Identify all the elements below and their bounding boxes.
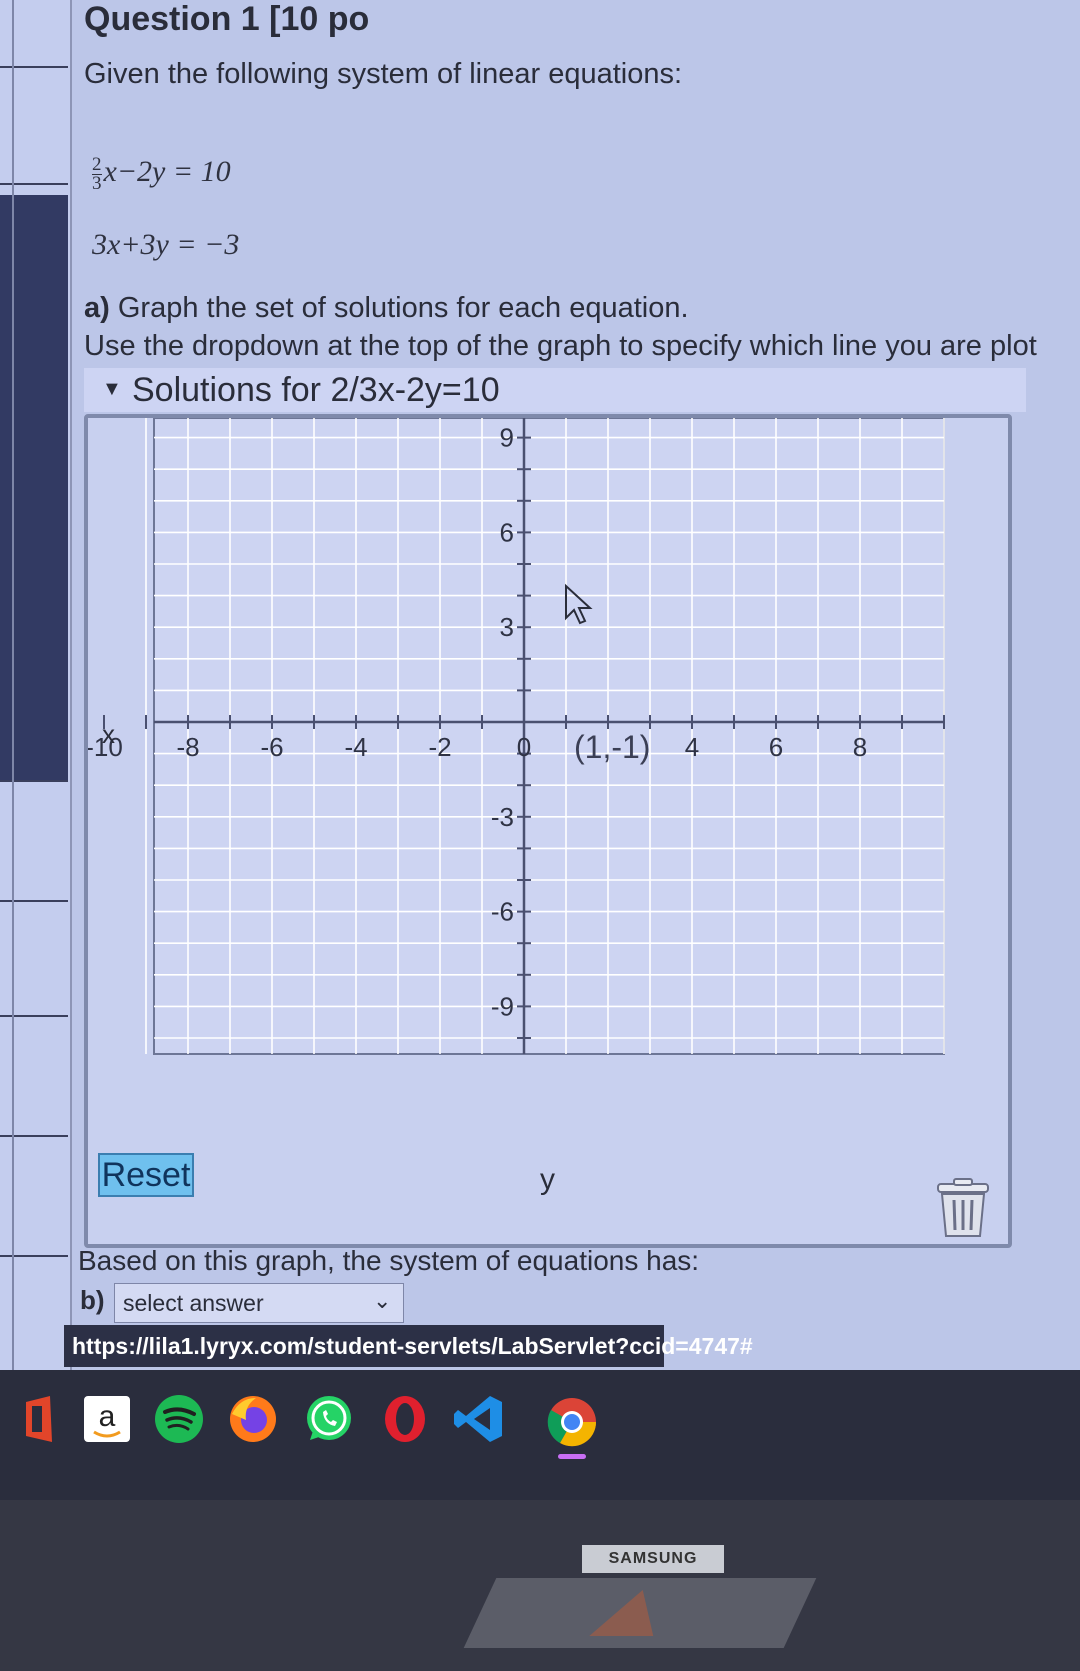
equation-2: 3x+3y = −3 bbox=[92, 228, 240, 261]
monitor-bezel: SAMSUNG bbox=[0, 1500, 1080, 1671]
x-tick-label: 4 bbox=[685, 732, 699, 762]
left-divider bbox=[0, 1255, 68, 1257]
left-divider bbox=[0, 1015, 68, 1017]
graph-panel: -10 -8 -6 -4 -2 0 4 6 8 9 6 3 -3 -6 -9 x (1,-1) Reset … bbox=[84, 414, 1012, 1248]
y-tick-label: -3 bbox=[491, 802, 514, 832]
x-tick-label: 0 bbox=[517, 732, 531, 762]
left-divider bbox=[0, 66, 68, 68]
taskbar: a bbox=[0, 1370, 1080, 1500]
left-divider bbox=[0, 900, 68, 902]
amazon-letter: a bbox=[99, 1400, 116, 1433]
point-label: (1,-1) bbox=[574, 729, 650, 765]
warning-triangle-icon bbox=[589, 1590, 675, 1636]
equation-1: 2 3 x−2y = 10 bbox=[92, 155, 231, 193]
y-tick-label: -9 bbox=[491, 991, 514, 1021]
amazon-icon[interactable]: a bbox=[80, 1392, 134, 1446]
opera-icon[interactable] bbox=[378, 1392, 432, 1446]
fraction-denominator: 3 bbox=[92, 172, 102, 194]
equation-1-rest: x−2y = 10 bbox=[103, 155, 231, 188]
y-tick-label: -6 bbox=[491, 897, 514, 927]
caret-down-icon: ▼ bbox=[102, 378, 122, 400]
reset-button[interactable]: Reset bbox=[98, 1153, 194, 1197]
y-tick-label: 6 bbox=[500, 517, 514, 547]
part-a-instruction: a) Graph the set of solutions for each e… bbox=[84, 292, 689, 325]
monitor-brand-label: SAMSUNG bbox=[582, 1545, 724, 1573]
answer-select[interactable]: select answer ⌄ bbox=[114, 1283, 404, 1323]
x-tick-label: -4 bbox=[344, 732, 367, 762]
x-tick-label: -8 bbox=[176, 732, 199, 762]
part-b-prompt: Based on this graph, the system of equat… bbox=[78, 1245, 700, 1276]
left-dark-block bbox=[0, 195, 68, 780]
status-url-bar: https://lila1.lyryx.com/student-servlets… bbox=[64, 1325, 753, 1367]
y-axis-label: y bbox=[540, 1163, 555, 1196]
left-divider bbox=[0, 780, 68, 782]
x-tick-label: 8 bbox=[853, 732, 867, 762]
part-a-label: a) bbox=[84, 292, 110, 324]
question-title: Question 1 [10 po bbox=[84, 0, 370, 38]
warning-sticker bbox=[463, 1578, 817, 1648]
status-url-text: https://lila1.lyryx.com/student-servlets… bbox=[72, 1333, 753, 1359]
x-tick-label: -6 bbox=[260, 732, 283, 762]
y-tick-label: 9 bbox=[500, 423, 514, 453]
part-b-label: b) bbox=[80, 1285, 105, 1315]
firefox-icon[interactable] bbox=[226, 1392, 280, 1446]
line-selector-dropdown[interactable]: ▼ Solutions for 2/3x-2y=10 bbox=[84, 368, 1026, 412]
whatsapp-icon[interactable] bbox=[302, 1392, 356, 1446]
question-intro: Given the following system of linear equ… bbox=[84, 58, 683, 90]
left-side-panel bbox=[0, 0, 72, 1370]
fraction: 2 3 bbox=[92, 155, 102, 194]
y-tick-label: 3 bbox=[500, 612, 514, 642]
screen: Question 1 [10 po Given the following sy… bbox=[0, 0, 1080, 1420]
left-vline bbox=[12, 0, 14, 1370]
answer-select-value: select answer bbox=[123, 1290, 264, 1316]
left-divider bbox=[0, 1135, 68, 1137]
chrome-icon[interactable] bbox=[542, 1392, 602, 1464]
x-tick-label: -2 bbox=[428, 732, 451, 762]
trash-icon[interactable] bbox=[934, 1178, 992, 1240]
line-selector-label: Solutions for 2/3x-2y=10 bbox=[132, 371, 500, 409]
x-tick-label: 6 bbox=[769, 732, 783, 762]
dropdown-hint: Use the dropdown at the top of the graph… bbox=[84, 330, 1037, 362]
x-axis-label: x bbox=[102, 719, 115, 749]
part-a-text: Graph the set of solutions for each equa… bbox=[117, 292, 689, 324]
chevron-down-icon: ⌄ bbox=[373, 1288, 392, 1313]
vscode-icon[interactable] bbox=[452, 1392, 506, 1446]
left-divider bbox=[0, 183, 68, 185]
graph-canvas[interactable]: -10 -8 -6 -4 -2 0 4 6 8963-3-6-9 x (1,-1) bbox=[88, 418, 1008, 1244]
office-icon[interactable] bbox=[12, 1392, 66, 1446]
spotify-icon[interactable] bbox=[152, 1392, 206, 1446]
